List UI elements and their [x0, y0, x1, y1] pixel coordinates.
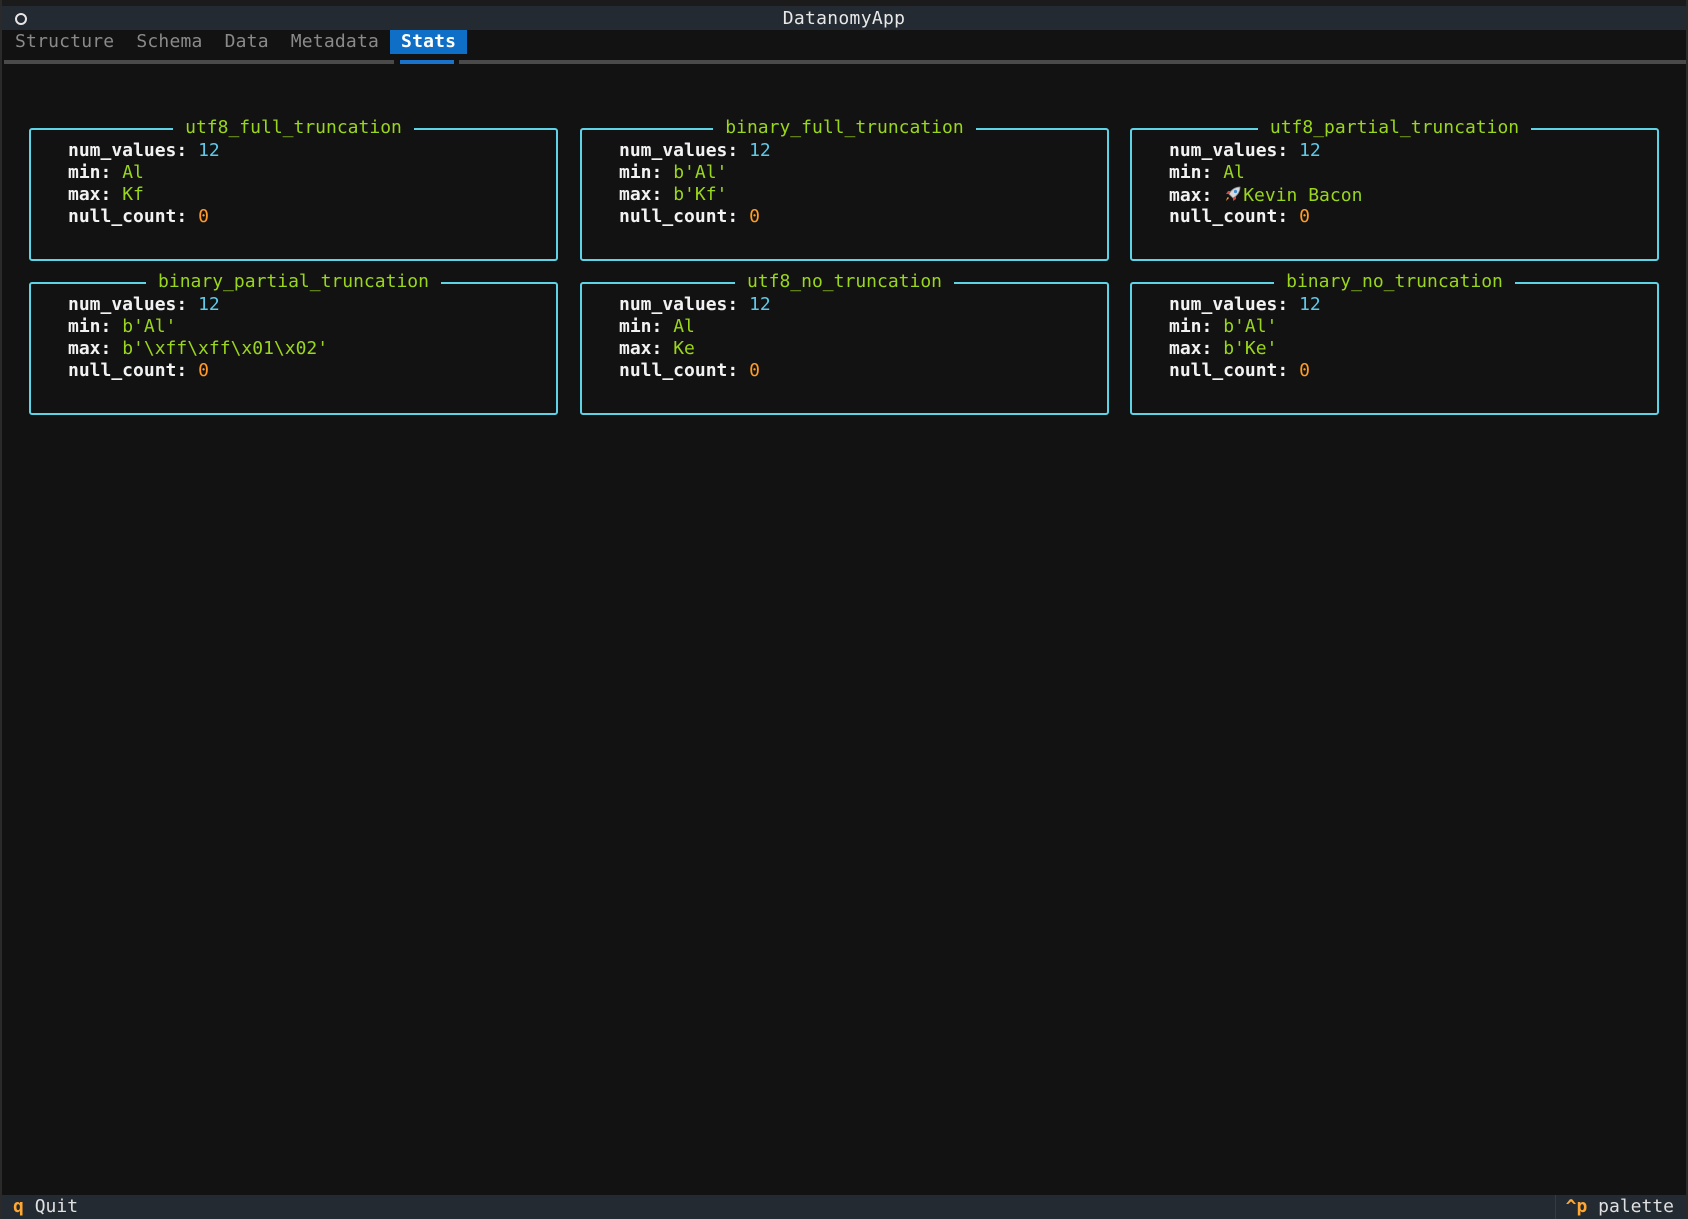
panel-title: utf8_full_truncation — [173, 117, 414, 138]
null-count-value: 0 — [749, 360, 760, 381]
palette-binding[interactable]: ^p palette — [1554, 1195, 1686, 1219]
num-values-row: num_values: 12 — [1169, 140, 1321, 161]
null-count-row: null_count: 0 — [619, 360, 760, 381]
tab-structure[interactable]: Structure — [4, 30, 125, 54]
palette-label: palette — [1598, 1196, 1674, 1217]
max-row: max: Kf — [68, 184, 144, 205]
min-row: min: b'Al' — [68, 316, 177, 337]
rocket-icon — [1226, 186, 1241, 201]
window-title: DatanomyApp — [782, 8, 906, 29]
tab-stats[interactable]: Stats — [390, 30, 468, 54]
min-value: Al — [673, 316, 695, 337]
min-value: Al — [122, 162, 144, 183]
max-row: max: b'Kf' — [619, 184, 728, 205]
num-values-row: num_values: 12 — [68, 294, 220, 315]
null-count-value: 0 — [749, 206, 760, 227]
min-value: b'Al' — [1223, 316, 1278, 337]
stats-panel: binary_partial_truncation num_values: 12… — [29, 271, 558, 415]
stats-panel: utf8_partial_truncation num_values: 12 m… — [1130, 117, 1659, 261]
panel-title: binary_full_truncation — [713, 117, 976, 138]
null-count-value: 0 — [1299, 206, 1310, 227]
tab-active-underline — [400, 60, 454, 64]
min-row: min: b'Al' — [1169, 316, 1278, 337]
max-row: max: Kevin Bacon — [1169, 185, 1363, 206]
num-values-value: 12 — [198, 140, 220, 161]
max-row: max: b'\xff\xff\x01\x02' — [68, 338, 329, 359]
palette-key: ^p — [1565, 1196, 1588, 1217]
panel-title: binary_partial_truncation — [146, 271, 441, 292]
min-row: min: Al — [68, 162, 144, 183]
tab-bar: Structure Schema Data Metadata Stats — [4, 30, 468, 54]
tab-data[interactable]: Data — [214, 30, 280, 54]
panel-title: utf8_no_truncation — [734, 271, 955, 292]
title-bar: DatanomyApp — [2, 0, 1686, 30]
num-values-row: num_values: 12 — [1169, 294, 1321, 315]
num-values-value: 12 — [1299, 294, 1321, 315]
null-count-row: null_count: 0 — [1169, 206, 1310, 227]
num-values-row: num_values: 12 — [619, 140, 771, 161]
min-value: Al — [1223, 162, 1245, 183]
quit-label: Quit — [34, 1196, 79, 1217]
min-row: min: Al — [1169, 162, 1245, 183]
max-value: Ke — [673, 338, 695, 359]
min-value: b'Al' — [122, 316, 177, 337]
null-count-value: 0 — [198, 360, 209, 381]
null-count-value: 0 — [198, 206, 209, 227]
num-values-value: 12 — [198, 294, 220, 315]
max-value: b'Kf' — [673, 184, 728, 205]
app-window: DatanomyApp Structure Schema Data Metada… — [0, 0, 1688, 1219]
num-values-row: num_values: 12 — [619, 294, 771, 315]
max-row: max: b'Ke' — [1169, 338, 1278, 359]
num-values-row: num_values: 12 — [68, 140, 220, 161]
tab-metadata[interactable]: Metadata — [280, 30, 390, 54]
quit-key: q — [13, 1196, 24, 1217]
tab-schema[interactable]: Schema — [125, 30, 213, 54]
max-value: Kevin Bacon — [1243, 185, 1363, 206]
null-count-value: 0 — [1299, 360, 1310, 381]
null-count-row: null_count: 0 — [68, 206, 209, 227]
num-values-value: 12 — [1299, 140, 1321, 161]
panel-title: binary_no_truncation — [1274, 271, 1515, 292]
min-row: min: Al — [619, 316, 695, 337]
num-values-value: 12 — [749, 294, 771, 315]
min-row: min: b'Al' — [619, 162, 728, 183]
stats-panel: binary_no_truncation num_values: 12 min:… — [1130, 271, 1659, 415]
num-values-value: 12 — [749, 140, 771, 161]
stats-panel: utf8_full_truncation num_values: 12 min:… — [29, 117, 558, 261]
null-count-row: null_count: 0 — [1169, 360, 1310, 381]
panel-title: utf8_partial_truncation — [1257, 117, 1532, 138]
max-value: b'\xff\xff\x01\x02' — [122, 338, 329, 359]
max-value: Kf — [122, 184, 144, 205]
max-row: max: Ke — [619, 338, 695, 359]
null-count-row: null_count: 0 — [68, 360, 209, 381]
stats-panel: utf8_no_truncation num_values: 12 min: A… — [580, 271, 1109, 415]
tab-underline — [459, 60, 1686, 64]
stats-panel: binary_full_truncation num_values: 12 mi… — [580, 117, 1109, 261]
max-value: b'Ke' — [1223, 338, 1278, 359]
tab-underline — [4, 60, 394, 64]
null-count-row: null_count: 0 — [619, 206, 760, 227]
footer-bar: q Quit ^p palette — [2, 1195, 1686, 1219]
quit-binding[interactable]: q Quit — [13, 1195, 78, 1219]
min-value: b'Al' — [673, 162, 728, 183]
